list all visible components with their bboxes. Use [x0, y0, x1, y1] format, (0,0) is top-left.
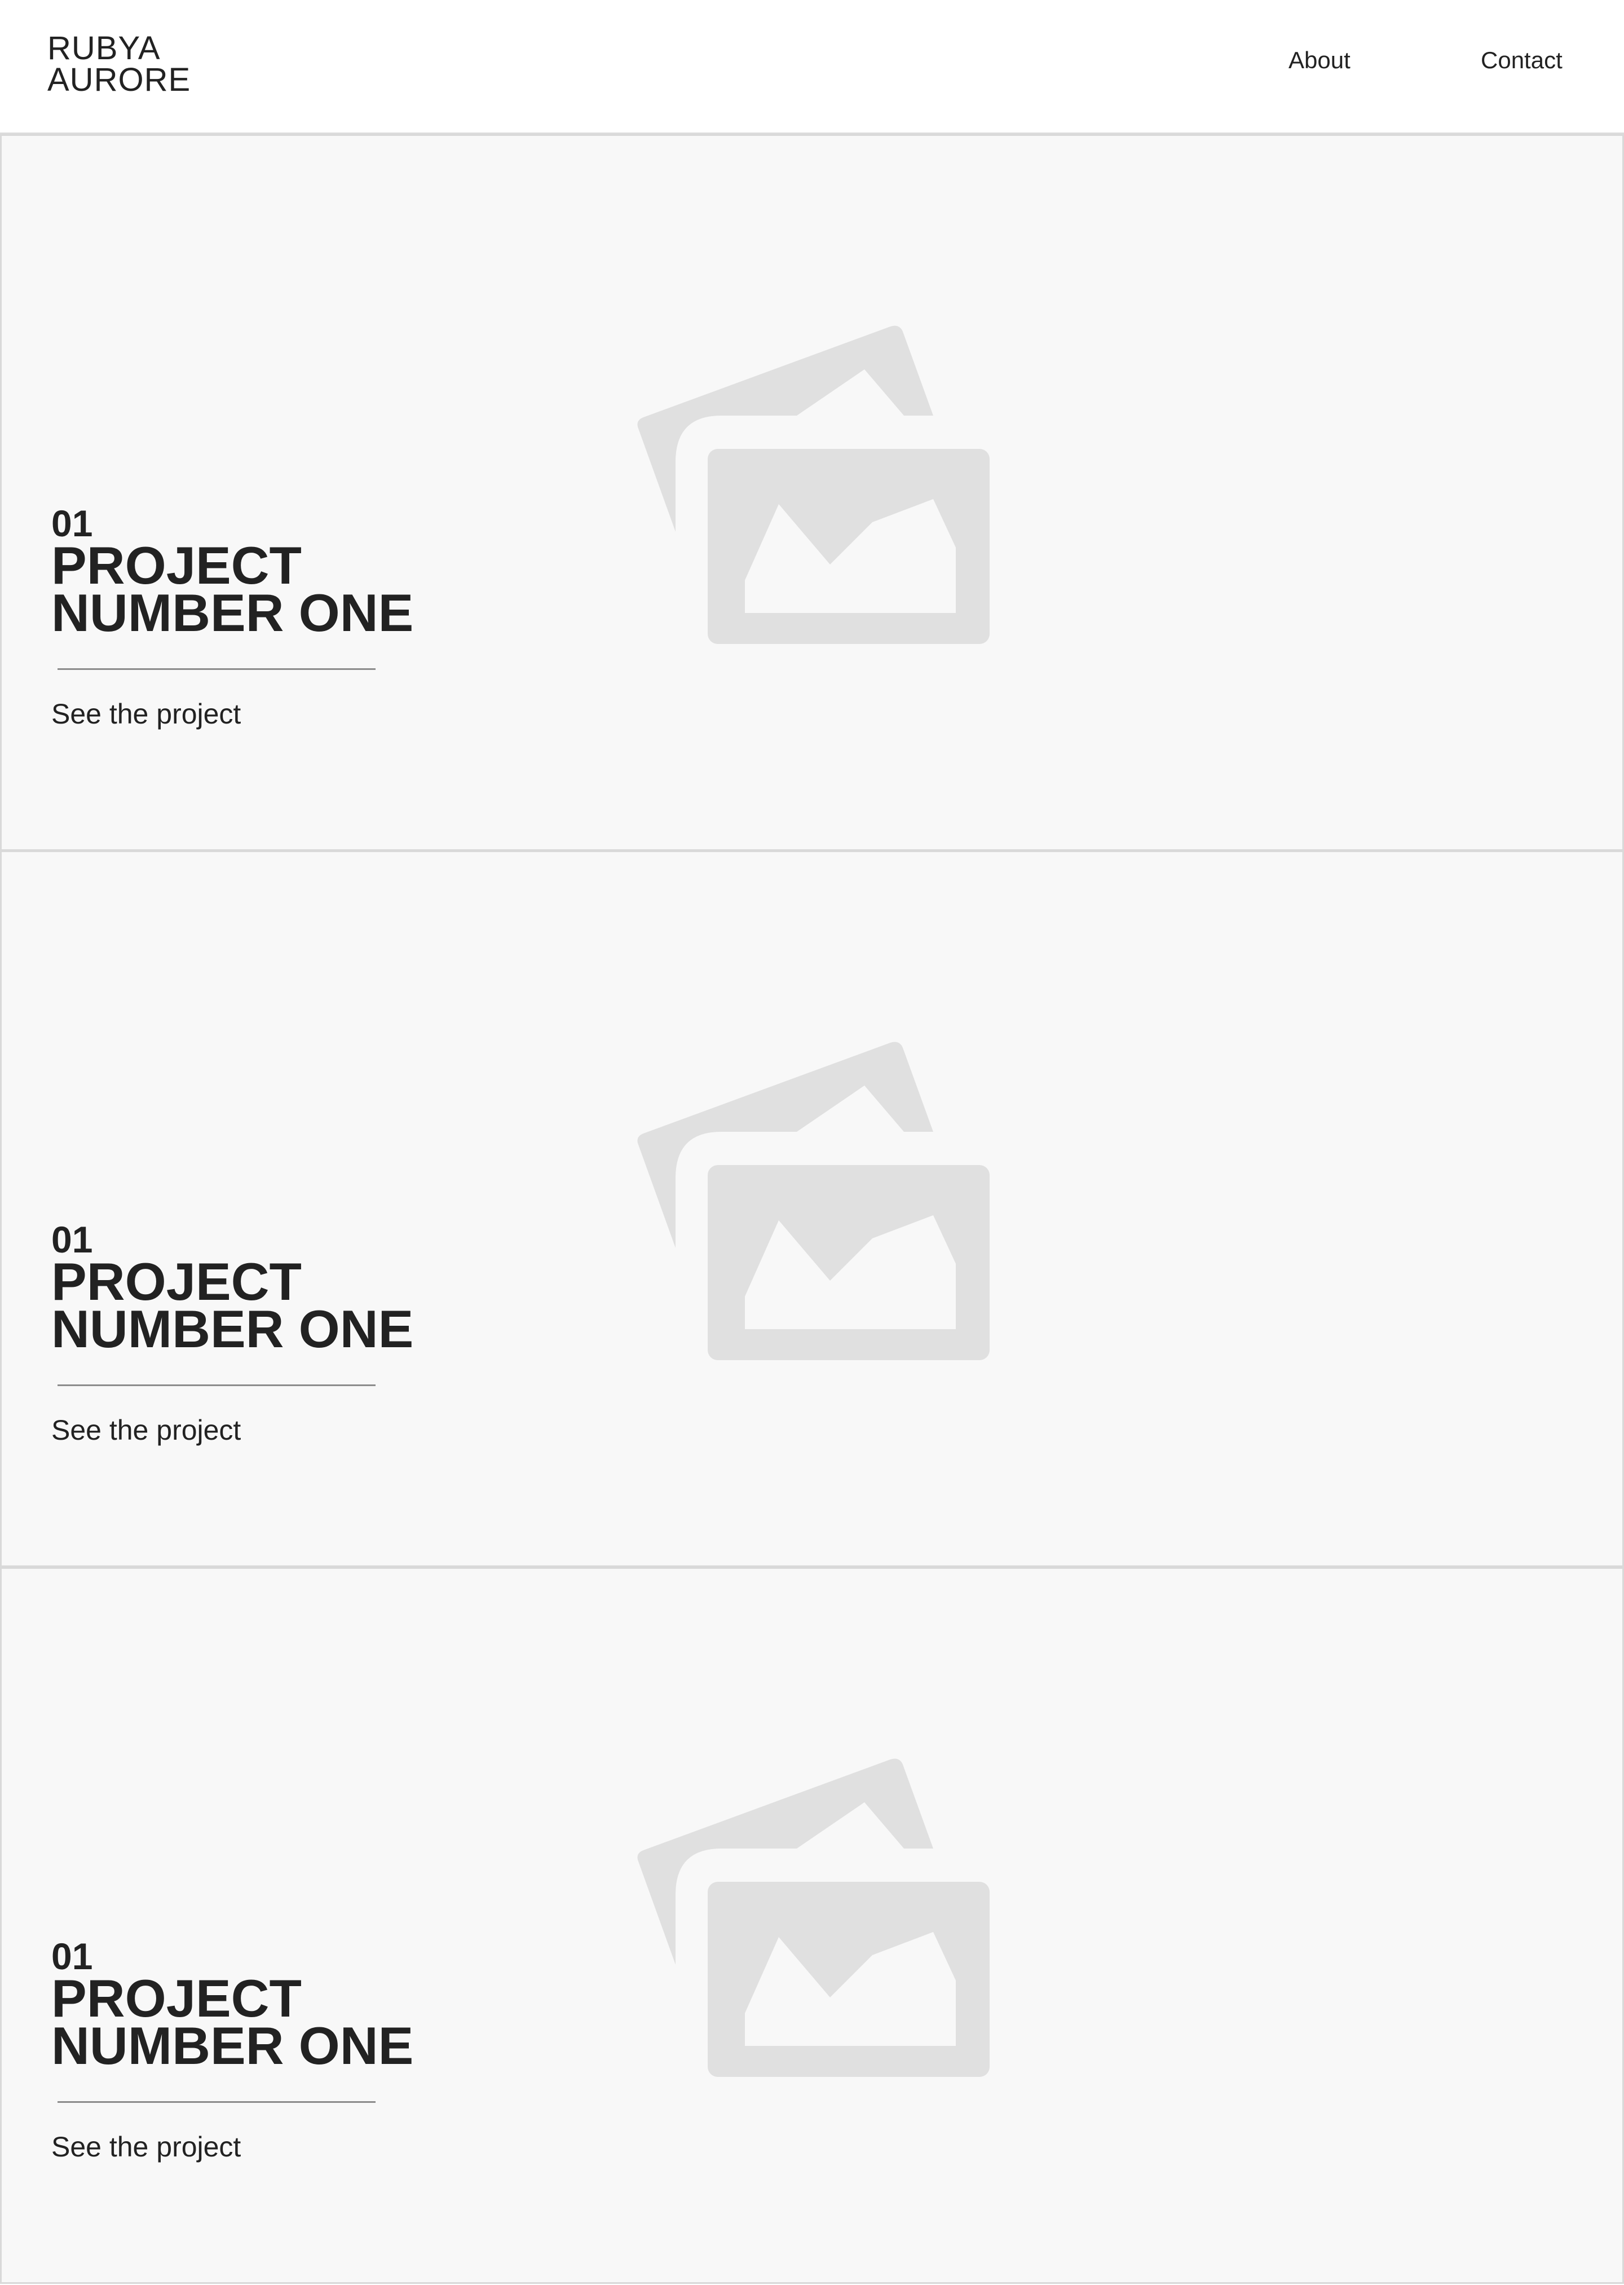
project-title: PROJECT NUMBER ONE [51, 1969, 414, 2075]
site-header: RUBYA AURORE About Contact [0, 0, 1624, 134]
image-placeholder-icon [637, 1042, 990, 1360]
nav-contact-link[interactable]: Contact [1481, 46, 1563, 74]
project-divider [58, 1384, 376, 1386]
project-title-line2: NUMBER ONE [51, 2016, 414, 2075]
project-title-line2: NUMBER ONE [51, 583, 414, 642]
project-title: PROJECT NUMBER ONE [51, 536, 414, 642]
project-title-line2: NUMBER ONE [51, 1299, 414, 1358]
image-placeholder-icon [637, 1758, 990, 2077]
brand-name-last: AURORE [47, 61, 191, 98]
project-title-line1: PROJECT [51, 536, 302, 595]
see-project-link[interactable]: See the project [51, 2130, 241, 2164]
project-card: 01 PROJECT NUMBER ONE See the project [0, 1567, 1624, 2284]
project-title-line1: PROJECT [51, 1252, 302, 1311]
project-divider [58, 668, 376, 670]
project-title-line1: PROJECT [51, 1969, 302, 2028]
image-placeholder-icon [637, 325, 990, 644]
see-project-link[interactable]: See the project [51, 697, 241, 731]
project-card: 01 PROJECT NUMBER ONE See the project [0, 850, 1624, 1567]
project-divider [58, 2101, 376, 2103]
project-card: 01 PROJECT NUMBER ONE See the project [0, 134, 1624, 851]
see-project-link[interactable]: See the project [51, 1413, 241, 1447]
nav-about-link[interactable]: About [1288, 46, 1351, 74]
brand-name-first: RUBYA [47, 30, 161, 67]
project-title: PROJECT NUMBER ONE [51, 1252, 414, 1358]
site-logo[interactable]: RUBYA AURORE [47, 30, 191, 98]
